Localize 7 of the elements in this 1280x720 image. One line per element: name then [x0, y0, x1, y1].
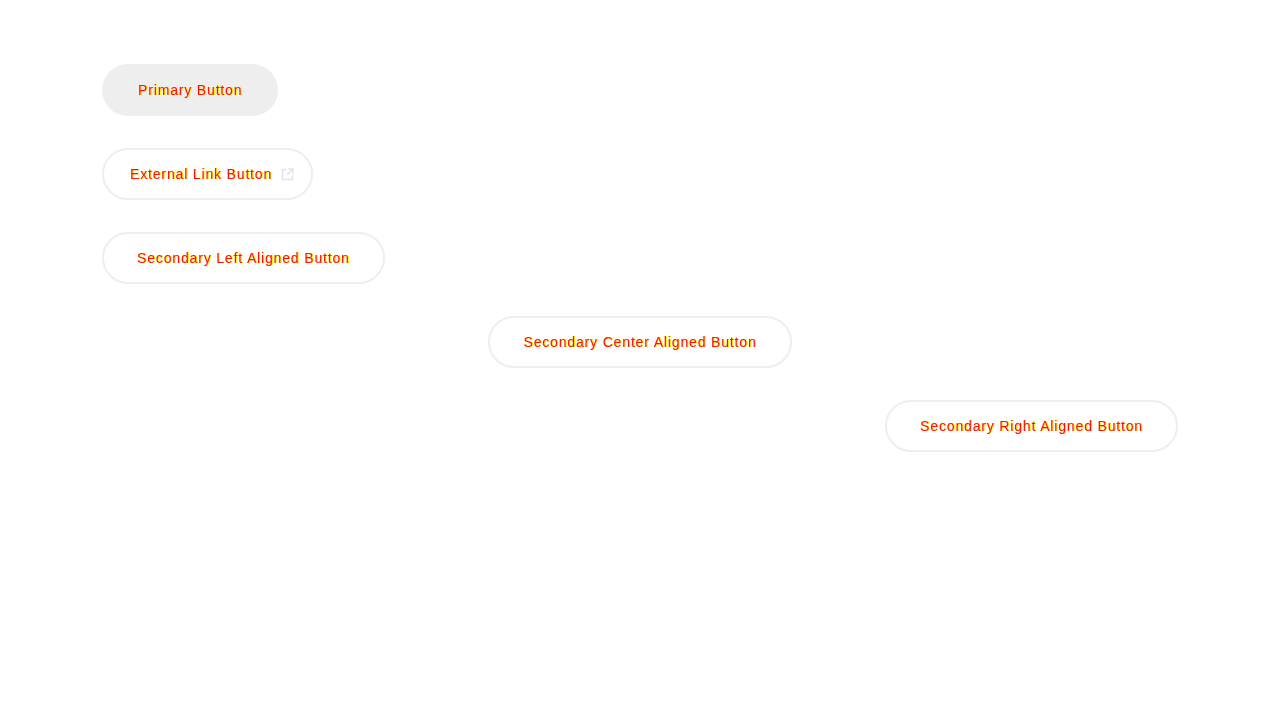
button-label: External Link Button [130, 167, 273, 181]
external-link-button[interactable]: External Link Button [102, 148, 314, 200]
secondary-button[interactable]: Secondary Center Aligned Button [488, 316, 792, 368]
primary-button[interactable]: Primary Button [102, 64, 279, 116]
secondary-button[interactable]: Secondary Left Aligned Button [102, 232, 385, 284]
secondary-button[interactable]: Secondary Right Aligned Button [885, 400, 1178, 452]
external-link-icon [281, 167, 295, 181]
